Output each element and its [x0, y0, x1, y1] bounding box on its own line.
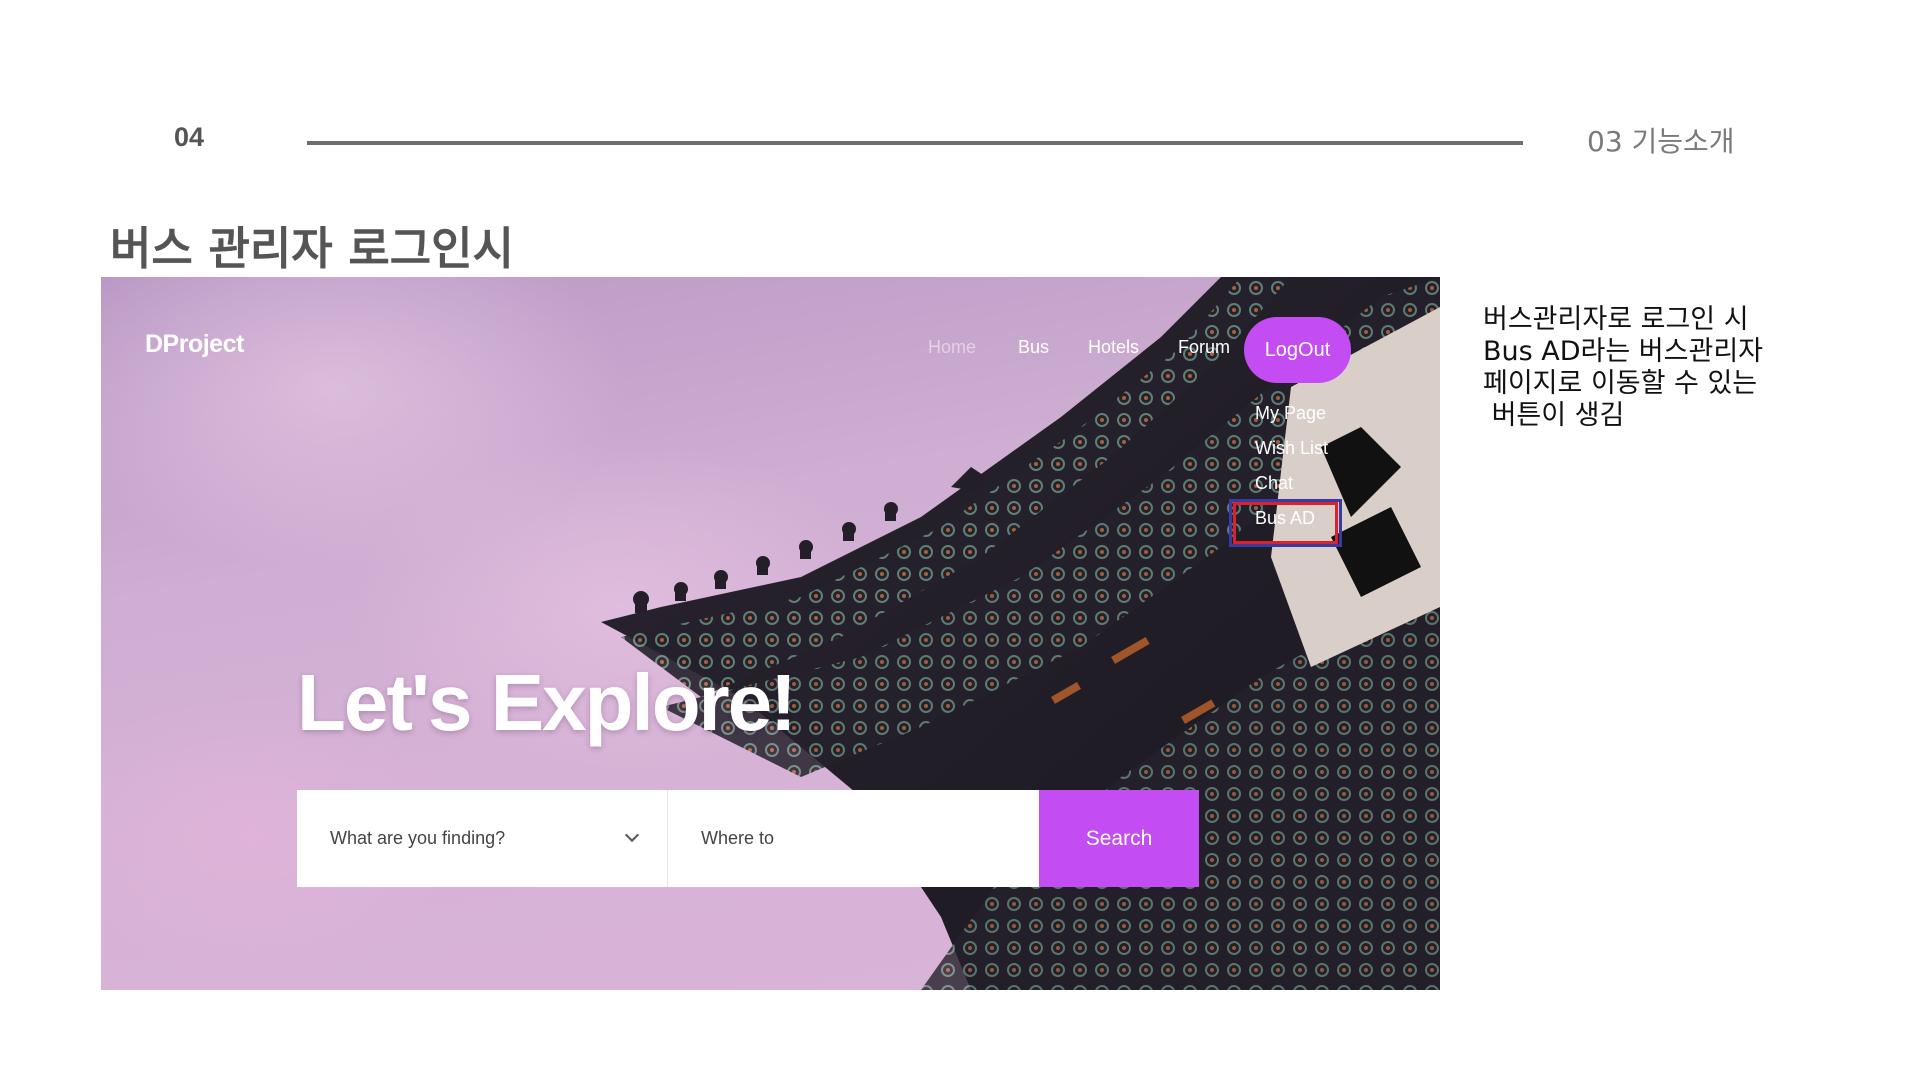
- hero-heading: Let's Explore!: [297, 658, 797, 747]
- site-logo[interactable]: DProject: [145, 330, 244, 359]
- description-line: 페이지로 이동할 수 있는: [1483, 368, 1758, 399]
- dropdown-item-chat[interactable]: Chat: [1255, 473, 1293, 494]
- dropdown-item-bus-ad[interactable]: Bus AD: [1255, 508, 1315, 529]
- category-select[interactable]: What are you finding?: [297, 790, 668, 887]
- nav-link-home[interactable]: Home: [928, 337, 976, 358]
- search-button[interactable]: Search: [1039, 790, 1199, 887]
- nav-link-hotels[interactable]: Hotels: [1088, 337, 1139, 358]
- search-bar: What are you finding? Where to Search: [297, 790, 1199, 887]
- slide-title: 버스 관리자 로그인시: [110, 222, 514, 275]
- nav-link-bus[interactable]: Bus: [1018, 337, 1049, 358]
- page-number: 04: [174, 122, 205, 152]
- description-line: 버튼이 생김: [1483, 400, 1625, 431]
- category-placeholder: What are you finding?: [330, 828, 506, 848]
- destination-input[interactable]: Where to: [668, 790, 1039, 887]
- website-screenshot: DProject Home Bus Hotels Forum LogOut My…: [101, 277, 1440, 990]
- logout-button[interactable]: LogOut: [1244, 317, 1351, 383]
- section-label: 03 기능소개: [1587, 125, 1735, 158]
- destination-placeholder: Where to: [701, 828, 775, 848]
- dropdown-item-my-page[interactable]: My Page: [1255, 403, 1326, 424]
- chevron-down-icon: [624, 827, 640, 843]
- description: 버스관리자로 로그인 시 Bus AD라는 버스관리자 페이지로 이동할 수 있…: [1483, 304, 1883, 432]
- header-divider: [307, 141, 1523, 145]
- description-line: Bus AD라는 버스관리자: [1483, 336, 1764, 367]
- nav-link-forum[interactable]: Forum: [1178, 337, 1230, 358]
- description-line: 버스관리자로 로그인 시: [1483, 304, 1749, 335]
- dropdown-item-wish-list[interactable]: Wish List: [1255, 438, 1328, 459]
